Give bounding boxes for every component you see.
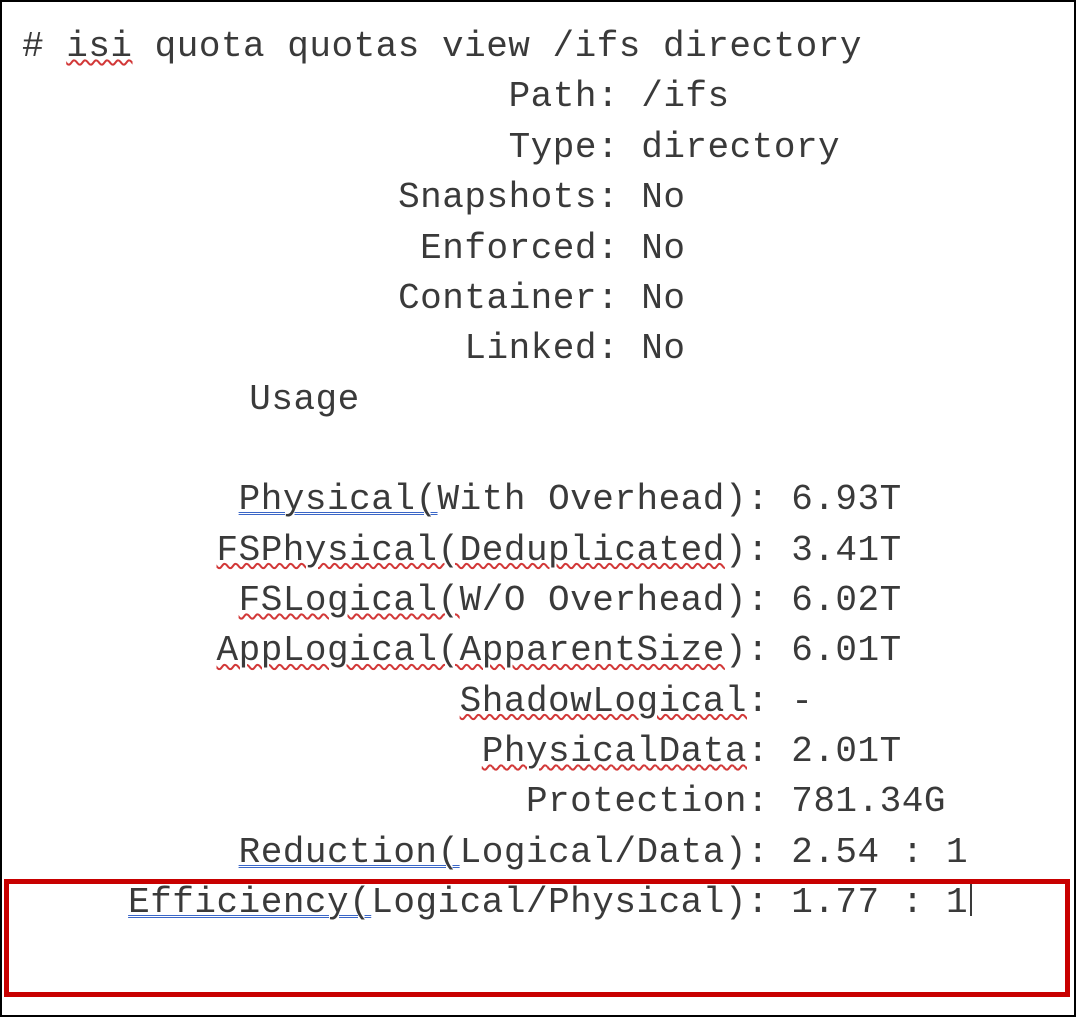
colon: : [597, 278, 641, 319]
colon: : [747, 882, 791, 923]
plain-fragment: Logical/Data) [460, 832, 747, 873]
usage-label: Efficiency(Logical/Physical) [12, 878, 747, 928]
meta-label: Type [12, 123, 597, 173]
highlighted-block: Reduction(Logical/Data): 2.54 : 1Efficie… [12, 828, 1064, 929]
usage-label: Protection [12, 777, 747, 827]
usage-label: PhysicalData [12, 727, 747, 777]
colon: : [597, 76, 641, 117]
styled-fragment: AppLogical(ApparentSize [217, 630, 725, 671]
meta-label: Snapshots [12, 173, 597, 223]
usage-heading: Usage [12, 375, 597, 425]
plain-fragment: With Overhead) [438, 479, 747, 520]
meta-label: Path [12, 72, 597, 122]
usage-value: 2.01T [791, 727, 902, 777]
usage-value: 1.77 : 1 [791, 878, 968, 928]
usage-value: - [791, 677, 813, 727]
text-cursor [970, 882, 972, 916]
meta-row: Path: /ifs [12, 72, 1064, 122]
usage-label: Reduction(Logical/Data) [12, 828, 747, 878]
usage-row: PhysicalData: 2.01T [12, 727, 1064, 777]
styled-fragment: FSPhysical(Deduplicated [217, 530, 725, 571]
colon: : [597, 177, 641, 218]
styled-fragment: PhysicalData [482, 731, 747, 772]
styled-fragment: FSLogical( [239, 580, 460, 621]
colon: : [747, 530, 791, 571]
plain-fragment: ) [725, 530, 747, 571]
usage-row: Efficiency(Logical/Physical): 1.77 : 1 [12, 878, 1064, 928]
meta-label: Enforced [12, 224, 597, 274]
colon: : [597, 127, 641, 168]
colon: : [747, 630, 791, 671]
usage-label: ShadowLogical [12, 677, 747, 727]
meta-row: Snapshots: No [12, 173, 1064, 223]
usage-value: 6.02T [791, 576, 902, 626]
meta-row: Enforced: No [12, 224, 1064, 274]
styled-fragment: ShadowLogical [460, 681, 747, 722]
command-line: # isi quota quotas view /ifs directory [22, 22, 1064, 72]
styled-fragment: Physical( [239, 479, 438, 520]
usage-value: 2.54 : 1 [791, 828, 968, 878]
usage-row: ShadowLogical: - [12, 677, 1064, 727]
usage-row: AppLogical(ApparentSize): 6.01T [12, 626, 1064, 676]
usage-label: FSLogical(W/O Overhead) [12, 576, 747, 626]
colon: : [747, 681, 791, 722]
usage-value: 3.41T [791, 526, 902, 576]
usage-value: 6.01T [791, 626, 902, 676]
usage-row: Physical(With Overhead): 6.93T [12, 475, 1064, 525]
plain-fragment: ) [725, 630, 747, 671]
colon: : [597, 228, 641, 269]
meta-row: Linked: No [12, 324, 1064, 374]
usage-row: Reduction(Logical/Data): 2.54 : 1 [12, 828, 1064, 878]
command-rest: quota quotas view /ifs directory [133, 26, 862, 67]
colon: : [747, 479, 791, 520]
meta-value: No [641, 324, 685, 374]
colon: : [747, 580, 791, 621]
meta-value: directory [641, 123, 840, 173]
colon: : [747, 731, 791, 772]
usage-label: FSPhysical(Deduplicated) [12, 526, 747, 576]
plain-fragment: Logical/Physical) [371, 882, 747, 923]
meta-value: /ifs [641, 72, 729, 122]
meta-label: Container [12, 274, 597, 324]
usage-label: Physical(With Overhead) [12, 475, 747, 525]
styled-fragment: Efficiency( [128, 882, 371, 923]
usage-value: 6.93T [791, 475, 902, 525]
meta-label: Linked [12, 324, 597, 374]
meta-value: No [641, 274, 685, 324]
command-isi: isi [66, 26, 132, 67]
usage-row: FSPhysical(Deduplicated): 3.41T [12, 526, 1064, 576]
colon: : [747, 832, 791, 873]
usage-block: Physical(With Overhead): 6.93TFSPhysical… [12, 475, 1064, 828]
meta-block: Path: /ifsType: directorySnapshots: NoEn… [12, 72, 1064, 374]
meta-row: Type: directory [12, 123, 1064, 173]
plain-fragment: Protection [526, 781, 747, 822]
usage-row: Protection: 781.34G [12, 777, 1064, 827]
colon: : [747, 781, 791, 822]
colon: : [597, 328, 641, 369]
usage-label: AppLogical(ApparentSize) [12, 626, 747, 676]
terminal-output: # isi quota quotas view /ifs directory P… [0, 0, 1076, 1017]
styled-fragment: Reduction( [239, 832, 460, 873]
prompt-symbol: # [22, 26, 66, 67]
plain-fragment: W/O Overhead) [460, 580, 747, 621]
usage-row: FSLogical(W/O Overhead): 6.02T [12, 576, 1064, 626]
meta-value: No [641, 173, 685, 223]
meta-row: Container: No [12, 274, 1064, 324]
usage-value: 781.34G [791, 777, 946, 827]
meta-value: No [641, 224, 685, 274]
